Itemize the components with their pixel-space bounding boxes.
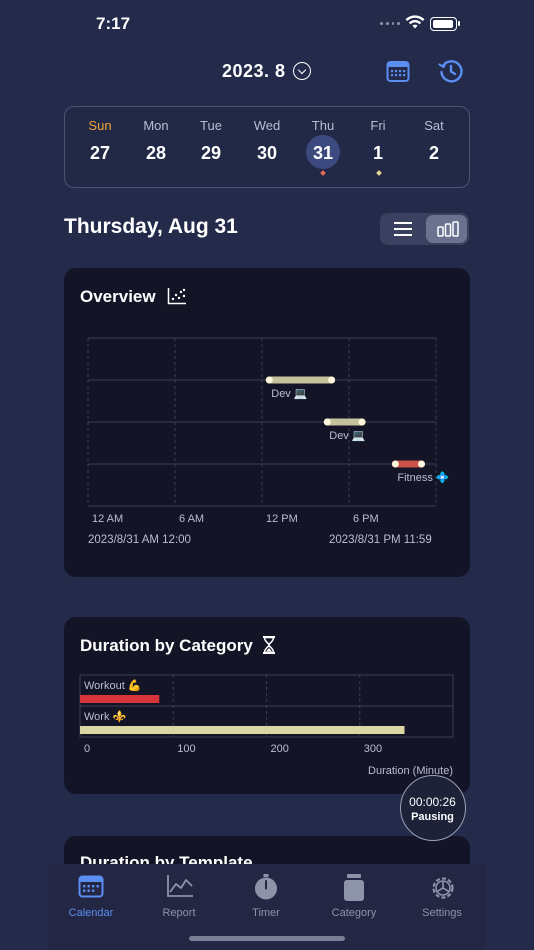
day-name: Fri <box>370 118 386 133</box>
tab-label: Calendar <box>68 907 114 919</box>
x-tick-label: 0 <box>84 743 90 755</box>
duration-bar-chart: 0 100 200 300Workout 💪Work ⚜️Duration (Minu… <box>79 674 454 777</box>
day-number: 29 <box>200 143 222 163</box>
wifi-icon <box>405 15 425 29</box>
day-number: 31 <box>312 143 334 163</box>
day-number: 27 <box>89 143 111 163</box>
timeline-bar-end <box>418 460 425 468</box>
x-tick-label: 6 PM <box>353 513 379 525</box>
tab-label: Category <box>331 907 377 919</box>
range-end-label: 2023/8/31 PM 11:59 <box>329 534 432 546</box>
category-bar <box>80 695 160 703</box>
floating-timer-button[interactable]: 00:00:26 Pausing <box>400 775 466 841</box>
overview-card: Overview 12 AM 6 AM 12 PM 6 PM Dev 💻 Dev 💻 Fit… <box>64 268 470 577</box>
range-start-label: 2023/8/31 AM 12:00 <box>88 534 191 546</box>
week-strip: Sun 27 Mon 28 Tue 29 Wed 30 Thu 31 Fri 1… <box>64 106 470 188</box>
day-name: Thu <box>311 118 335 133</box>
duration-by-category-card: Duration by Category 0 100 200 300 Workout 💪… <box>64 617 470 794</box>
x-tick-label: 100 <box>177 743 195 755</box>
x-tick-label: 12 AM <box>92 513 123 525</box>
list-view-icon[interactable] <box>394 222 412 236</box>
timeline-bar-label: Fitness 💠 <box>397 471 450 484</box>
day-number: 28 <box>145 143 167 163</box>
month-selector-label[interactable]: 2023. 8 <box>222 61 286 82</box>
calendar-button-icon[interactable] <box>386 59 410 83</box>
x-tick-label: 300 <box>364 743 382 755</box>
day-name: Sat <box>424 118 444 133</box>
tab-label: Settings <box>422 907 462 919</box>
category-label: Work ⚜️ <box>84 710 127 723</box>
timeline-bar-start <box>323 418 331 426</box>
tab-label: Report <box>162 907 196 919</box>
chevron-down-icon[interactable] <box>293 62 311 80</box>
timeline-bar-end <box>358 418 366 426</box>
day-number: 2 <box>428 143 439 163</box>
timeline-bar-label: Dev 💻 <box>329 430 366 442</box>
battery-nub <box>458 21 460 26</box>
timeline-bar-label: Dev 💻 <box>271 388 308 400</box>
chart-icon <box>167 875 193 897</box>
category-bar <box>80 726 405 734</box>
x-tick-label: 200 <box>271 743 289 755</box>
day-number: 30 <box>256 143 278 163</box>
gear-icon <box>432 877 454 899</box>
timeline-bar-end <box>328 376 336 384</box>
home-indicator <box>189 936 345 941</box>
selected-date-title: Thursday, Aug 31 <box>64 215 238 238</box>
day-number: 1 <box>372 143 383 163</box>
jar-icon <box>344 874 364 901</box>
cellular-signal-icon <box>380 22 400 28</box>
day-name: Wed <box>253 118 281 133</box>
day-name: Sun <box>88 118 112 133</box>
tab-label: Timer <box>252 907 280 919</box>
view-toggle <box>380 213 469 245</box>
x-tick-label: 12 PM <box>266 513 298 525</box>
day-name: Tue <box>200 118 222 133</box>
timeline-bar-start <box>265 376 273 384</box>
overview-timeline-chart: 12 AM 6 AM 12 PM 6 PM Dev 💻 Dev 💻 Fitness 💠 <box>87 337 450 525</box>
bar-chart-view-icon[interactable] <box>437 221 459 237</box>
x-tick-label: 6 AM <box>179 513 204 525</box>
category-label: Workout 💪 <box>84 679 142 692</box>
calendar-icon <box>78 875 104 898</box>
battery-icon <box>430 17 457 31</box>
day-name: Mon <box>143 118 169 133</box>
timer-elapsed: 00:00:26 <box>409 795 456 809</box>
timer-state: Pausing <box>411 811 454 823</box>
status-time: 7:17 <box>96 14 131 33</box>
event-dot-fri <box>376 170 382 176</box>
event-dot-thu <box>320 170 326 176</box>
history-icon[interactable] <box>438 58 464 84</box>
stopwatch-icon <box>255 874 277 900</box>
timeline-bar-start <box>391 460 399 468</box>
